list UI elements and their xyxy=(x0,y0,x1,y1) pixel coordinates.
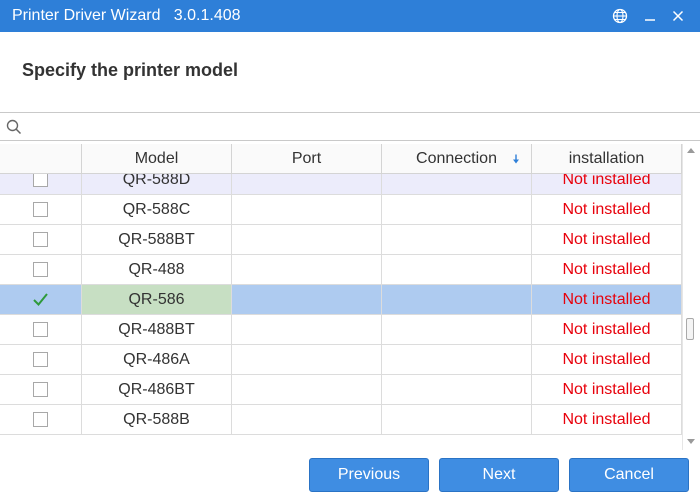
port-cell xyxy=(232,375,382,404)
scroll-up-arrow-icon[interactable] xyxy=(687,148,695,153)
connection-cell xyxy=(382,285,532,314)
search-bar xyxy=(0,112,700,141)
checkbox-cell xyxy=(0,225,82,254)
cancel-button[interactable]: Cancel xyxy=(569,458,689,492)
model-cell: QR-588BT xyxy=(82,225,232,254)
connection-cell xyxy=(382,195,532,224)
model-cell: QR-588D xyxy=(82,174,232,194)
connection-cell xyxy=(382,225,532,254)
column-header-model[interactable]: Model xyxy=(82,144,232,173)
port-cell xyxy=(232,225,382,254)
window-title: Printer Driver Wizard 3.0.1.408 xyxy=(12,7,241,24)
port-cell xyxy=(232,195,382,224)
title-bar: Printer Driver Wizard 3.0.1.408 xyxy=(0,0,700,32)
row-checkbox[interactable] xyxy=(33,352,48,367)
row-checkbox-checked[interactable] xyxy=(33,292,48,307)
connection-cell xyxy=(382,375,532,404)
scroll-down-arrow-icon[interactable] xyxy=(687,439,695,444)
checkbox-cell xyxy=(0,375,82,404)
installation-status: Not installed xyxy=(532,285,682,314)
vertical-scrollbar[interactable] xyxy=(682,144,700,450)
close-icon[interactable] xyxy=(664,0,692,32)
model-cell: QR-486BT xyxy=(82,375,232,404)
connection-cell xyxy=(382,405,532,434)
column-header-connection-label: Connection xyxy=(416,150,497,167)
row-checkbox[interactable] xyxy=(33,174,48,187)
installation-status: Not installed xyxy=(532,174,682,194)
installation-status: Not installed xyxy=(532,405,682,434)
sort-descending-icon xyxy=(513,154,519,164)
installation-status: Not installed xyxy=(532,255,682,284)
installation-status: Not installed xyxy=(532,375,682,404)
table-row[interactable]: QR-488 Not installed xyxy=(0,255,682,285)
column-header-connection[interactable]: Connection xyxy=(382,144,532,173)
row-checkbox[interactable] xyxy=(33,262,48,277)
table-rows: QR-588D Not installed QR-588C Not installed… xyxy=(0,174,682,435)
column-header-port[interactable]: Port xyxy=(232,144,382,173)
printer-table: Model Port Connection installation QR-58… xyxy=(0,144,682,450)
checkbox-cell xyxy=(0,405,82,434)
port-cell xyxy=(232,405,382,434)
connection-cell xyxy=(382,174,532,194)
installation-status: Not installed xyxy=(532,225,682,254)
model-cell: QR-586 xyxy=(82,285,232,314)
next-button[interactable]: Next xyxy=(439,458,559,492)
scrollbar-thumb[interactable] xyxy=(686,318,694,340)
column-header-select[interactable] xyxy=(0,144,82,173)
installation-status: Not installed xyxy=(532,315,682,344)
search-input[interactable] xyxy=(28,116,692,138)
model-cell: QR-488BT xyxy=(82,315,232,344)
checkbox-cell xyxy=(0,255,82,284)
port-cell xyxy=(232,174,382,194)
checkbox-cell xyxy=(0,315,82,344)
model-cell: QR-588B xyxy=(82,405,232,434)
port-cell xyxy=(232,255,382,284)
page-title: Specify the printer model xyxy=(22,60,239,80)
connection-cell xyxy=(382,255,532,284)
checkmark-icon xyxy=(33,293,48,306)
column-header-installation[interactable]: installation xyxy=(532,144,682,173)
port-cell xyxy=(232,285,382,314)
connection-cell xyxy=(382,345,532,374)
installation-status: Not installed xyxy=(532,195,682,224)
row-checkbox[interactable] xyxy=(33,322,48,337)
table-row[interactable]: QR-588C Not installed xyxy=(0,195,682,225)
table-row[interactable]: QR-486A Not installed xyxy=(0,345,682,375)
model-cell: QR-588C xyxy=(82,195,232,224)
search-icon xyxy=(6,119,22,135)
installation-status: Not installed xyxy=(532,345,682,374)
globe-icon[interactable] xyxy=(606,0,634,32)
table-header: Model Port Connection installation xyxy=(0,144,682,174)
table-body: QR-588D Not installed QR-588C Not installed… xyxy=(0,174,682,450)
connection-cell xyxy=(382,315,532,344)
model-cell: QR-488 xyxy=(82,255,232,284)
table-row[interactable]: QR-588B Not installed xyxy=(0,405,682,435)
table-row[interactable]: QR-586 Not installed xyxy=(0,285,682,315)
port-cell xyxy=(232,315,382,344)
checkbox-cell xyxy=(0,174,82,194)
port-cell xyxy=(232,345,382,374)
previous-button[interactable]: Previous xyxy=(309,458,429,492)
minimize-icon[interactable] xyxy=(636,0,664,32)
row-checkbox[interactable] xyxy=(33,382,48,397)
table-row[interactable]: QR-588D Not installed xyxy=(0,174,682,195)
table-row[interactable]: QR-488BT Not installed xyxy=(0,315,682,345)
row-checkbox[interactable] xyxy=(33,202,48,217)
row-checkbox[interactable] xyxy=(33,232,48,247)
model-cell: QR-486A xyxy=(82,345,232,374)
table-row[interactable]: QR-486BT Not installed xyxy=(0,375,682,405)
checkbox-cell xyxy=(0,285,82,314)
table-row[interactable]: QR-588BT Not installed xyxy=(0,225,682,255)
checkbox-cell xyxy=(0,195,82,224)
row-checkbox[interactable] xyxy=(33,412,48,427)
checkbox-cell xyxy=(0,345,82,374)
